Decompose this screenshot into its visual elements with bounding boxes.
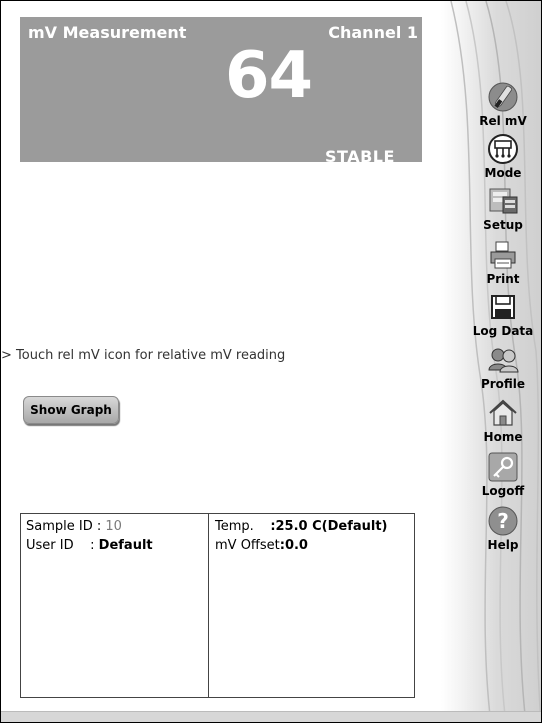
sample-id-row: Sample ID : 10 <box>26 519 122 534</box>
sample-id-separator: : <box>92 519 106 534</box>
mode-icon <box>488 134 518 164</box>
user-id-row: User ID : Default <box>26 538 153 553</box>
measurement-mode-title: mV Measurement <box>28 23 187 42</box>
bottom-bar <box>1 711 541 722</box>
menu-item-print[interactable]: Print <box>463 239 541 286</box>
home-icon <box>489 399 517 426</box>
menu-item-rel-mv[interactable]: Rel mV <box>463 81 541 128</box>
meter-screen: mV Measurement Channel 1 64 STABLE > Tou… <box>0 0 542 723</box>
menu-label-help: Help <box>487 538 519 552</box>
user-id-value: Default <box>98 538 153 553</box>
menu-item-home[interactable]: Home <box>463 397 541 444</box>
menu-item-profile[interactable]: Profile <box>463 344 541 391</box>
menu-label-print: Print <box>486 272 520 286</box>
key-icon <box>488 452 518 482</box>
help-icon: ? <box>488 506 518 536</box>
menu-label-mode: Mode <box>484 166 522 180</box>
menu-label-profile: Profile <box>480 377 526 391</box>
floppy-disk-icon <box>491 295 515 319</box>
temperature-spacer <box>254 519 271 534</box>
sample-info-panel: Sample ID : 10 User ID : Default Temp. :… <box>20 513 415 698</box>
mv-offset-value: :0.0 <box>279 538 308 553</box>
menu-label-setup: Setup <box>483 218 523 232</box>
mv-offset-label: mV Offset <box>215 538 280 553</box>
menu-label-home: Home <box>483 430 523 444</box>
sample-id-value: 10 <box>105 519 122 534</box>
menu-item-log-data[interactable]: Log Data <box>463 291 541 338</box>
svg-text:?: ? <box>497 509 509 533</box>
menu-label-log-data: Log Data <box>472 324 534 338</box>
printer-icon <box>490 241 516 269</box>
measurement-value: 64 <box>225 39 313 113</box>
temperature-label: Temp. <box>215 519 254 534</box>
menu-item-mode[interactable]: Mode <box>463 133 541 180</box>
info-divider <box>208 514 209 697</box>
hint-text: > Touch rel mV icon for relative mV read… <box>1 348 286 363</box>
show-graph-button[interactable]: Show Graph <box>23 396 119 424</box>
user-id-label: User ID <box>26 538 74 553</box>
menu-label-logoff: Logoff <box>481 484 525 498</box>
menu-item-setup[interactable]: Setup <box>463 185 541 232</box>
temperature-value: :25.0 C(Default) <box>270 519 388 534</box>
sample-id-label: Sample ID <box>26 519 93 534</box>
channel-label: Channel 1 <box>328 23 418 42</box>
user-id-separator: : <box>73 538 99 553</box>
setup-icon <box>489 188 518 214</box>
menu-item-logoff[interactable]: Logoff <box>463 451 541 498</box>
menu-label-rel-mv: Rel mV <box>479 114 527 128</box>
mv-offset-row: mV Offset:0.0 <box>215 538 308 553</box>
rel-mv-icon <box>488 82 518 112</box>
temperature-row: Temp. :25.0 C(Default) <box>215 519 388 534</box>
users-icon <box>488 348 519 373</box>
menu-item-help[interactable]: ? Help <box>463 505 541 552</box>
stability-status: STABLE <box>325 147 395 166</box>
measurement-readout-panel: mV Measurement Channel 1 64 STABLE <box>20 17 422 166</box>
